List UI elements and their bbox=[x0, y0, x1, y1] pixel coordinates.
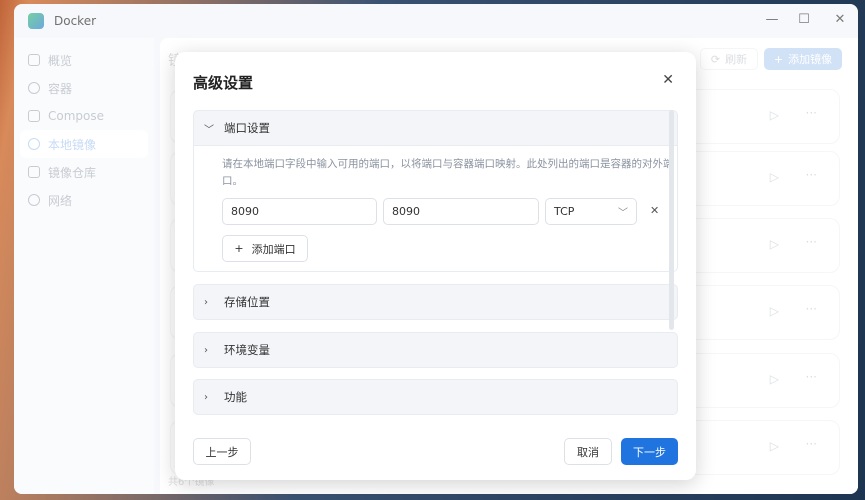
port-hint: 请在本地端口字段中输入可用的端口，以将端口与容器端口映射。此处列出的端口是容器的… bbox=[222, 158, 674, 187]
section-features: › 功能 bbox=[193, 379, 678, 415]
plus-icon: + bbox=[234, 242, 244, 255]
chevron-down-icon: ﹀ bbox=[618, 208, 628, 219]
section-label: 存储位置 bbox=[224, 295, 270, 309]
chevron-right-icon: › bbox=[204, 391, 208, 403]
add-port-label: 添加端口 bbox=[251, 242, 296, 256]
remove-port-icon[interactable]: ✕ bbox=[650, 204, 659, 217]
next-button[interactable]: 下一步 bbox=[621, 438, 678, 465]
section-header[interactable]: › 存储位置 bbox=[194, 285, 677, 319]
cancel-button[interactable]: 取消 bbox=[564, 438, 612, 465]
chevron-down-icon: ﹀ bbox=[204, 124, 214, 136]
scrollbar[interactable] bbox=[669, 110, 674, 330]
advanced-settings-dialog: 高级设置 ✕ ﹀ 端口设置 请在本地端口字段中输入可用的端口，以将端口与容器端口映… bbox=[175, 52, 696, 480]
section-port-settings: ﹀ 端口设置 请在本地端口字段中输入可用的端口，以将端口与容器端口映射。此处列出的… bbox=[193, 110, 678, 272]
add-port-button[interactable]: + 添加端口 bbox=[222, 235, 308, 262]
section-header[interactable]: ﹀ 端口设置 bbox=[194, 111, 677, 145]
local-port-input[interactable]: 8090 bbox=[222, 198, 377, 225]
section-header[interactable]: › 环境变量 bbox=[194, 333, 677, 367]
dialog-title: 高级设置 bbox=[193, 74, 254, 92]
section-label: 功能 bbox=[224, 390, 247, 404]
prev-button[interactable]: 上一步 bbox=[193, 438, 251, 465]
section-env-vars: › 环境变量 bbox=[193, 332, 678, 368]
protocol-select[interactable]: TCP ﹀ bbox=[545, 198, 637, 225]
chevron-right-icon: › bbox=[204, 344, 208, 356]
protocol-value: TCP bbox=[554, 205, 575, 218]
section-header[interactable]: › 功能 bbox=[194, 380, 677, 414]
close-icon[interactable]: ✕ bbox=[662, 72, 674, 88]
section-label: 端口设置 bbox=[224, 121, 270, 135]
section-storage: › 存储位置 bbox=[193, 284, 678, 320]
container-port-input[interactable]: 8090 bbox=[383, 198, 539, 225]
section-label: 环境变量 bbox=[224, 343, 270, 357]
chevron-right-icon: › bbox=[204, 296, 208, 308]
